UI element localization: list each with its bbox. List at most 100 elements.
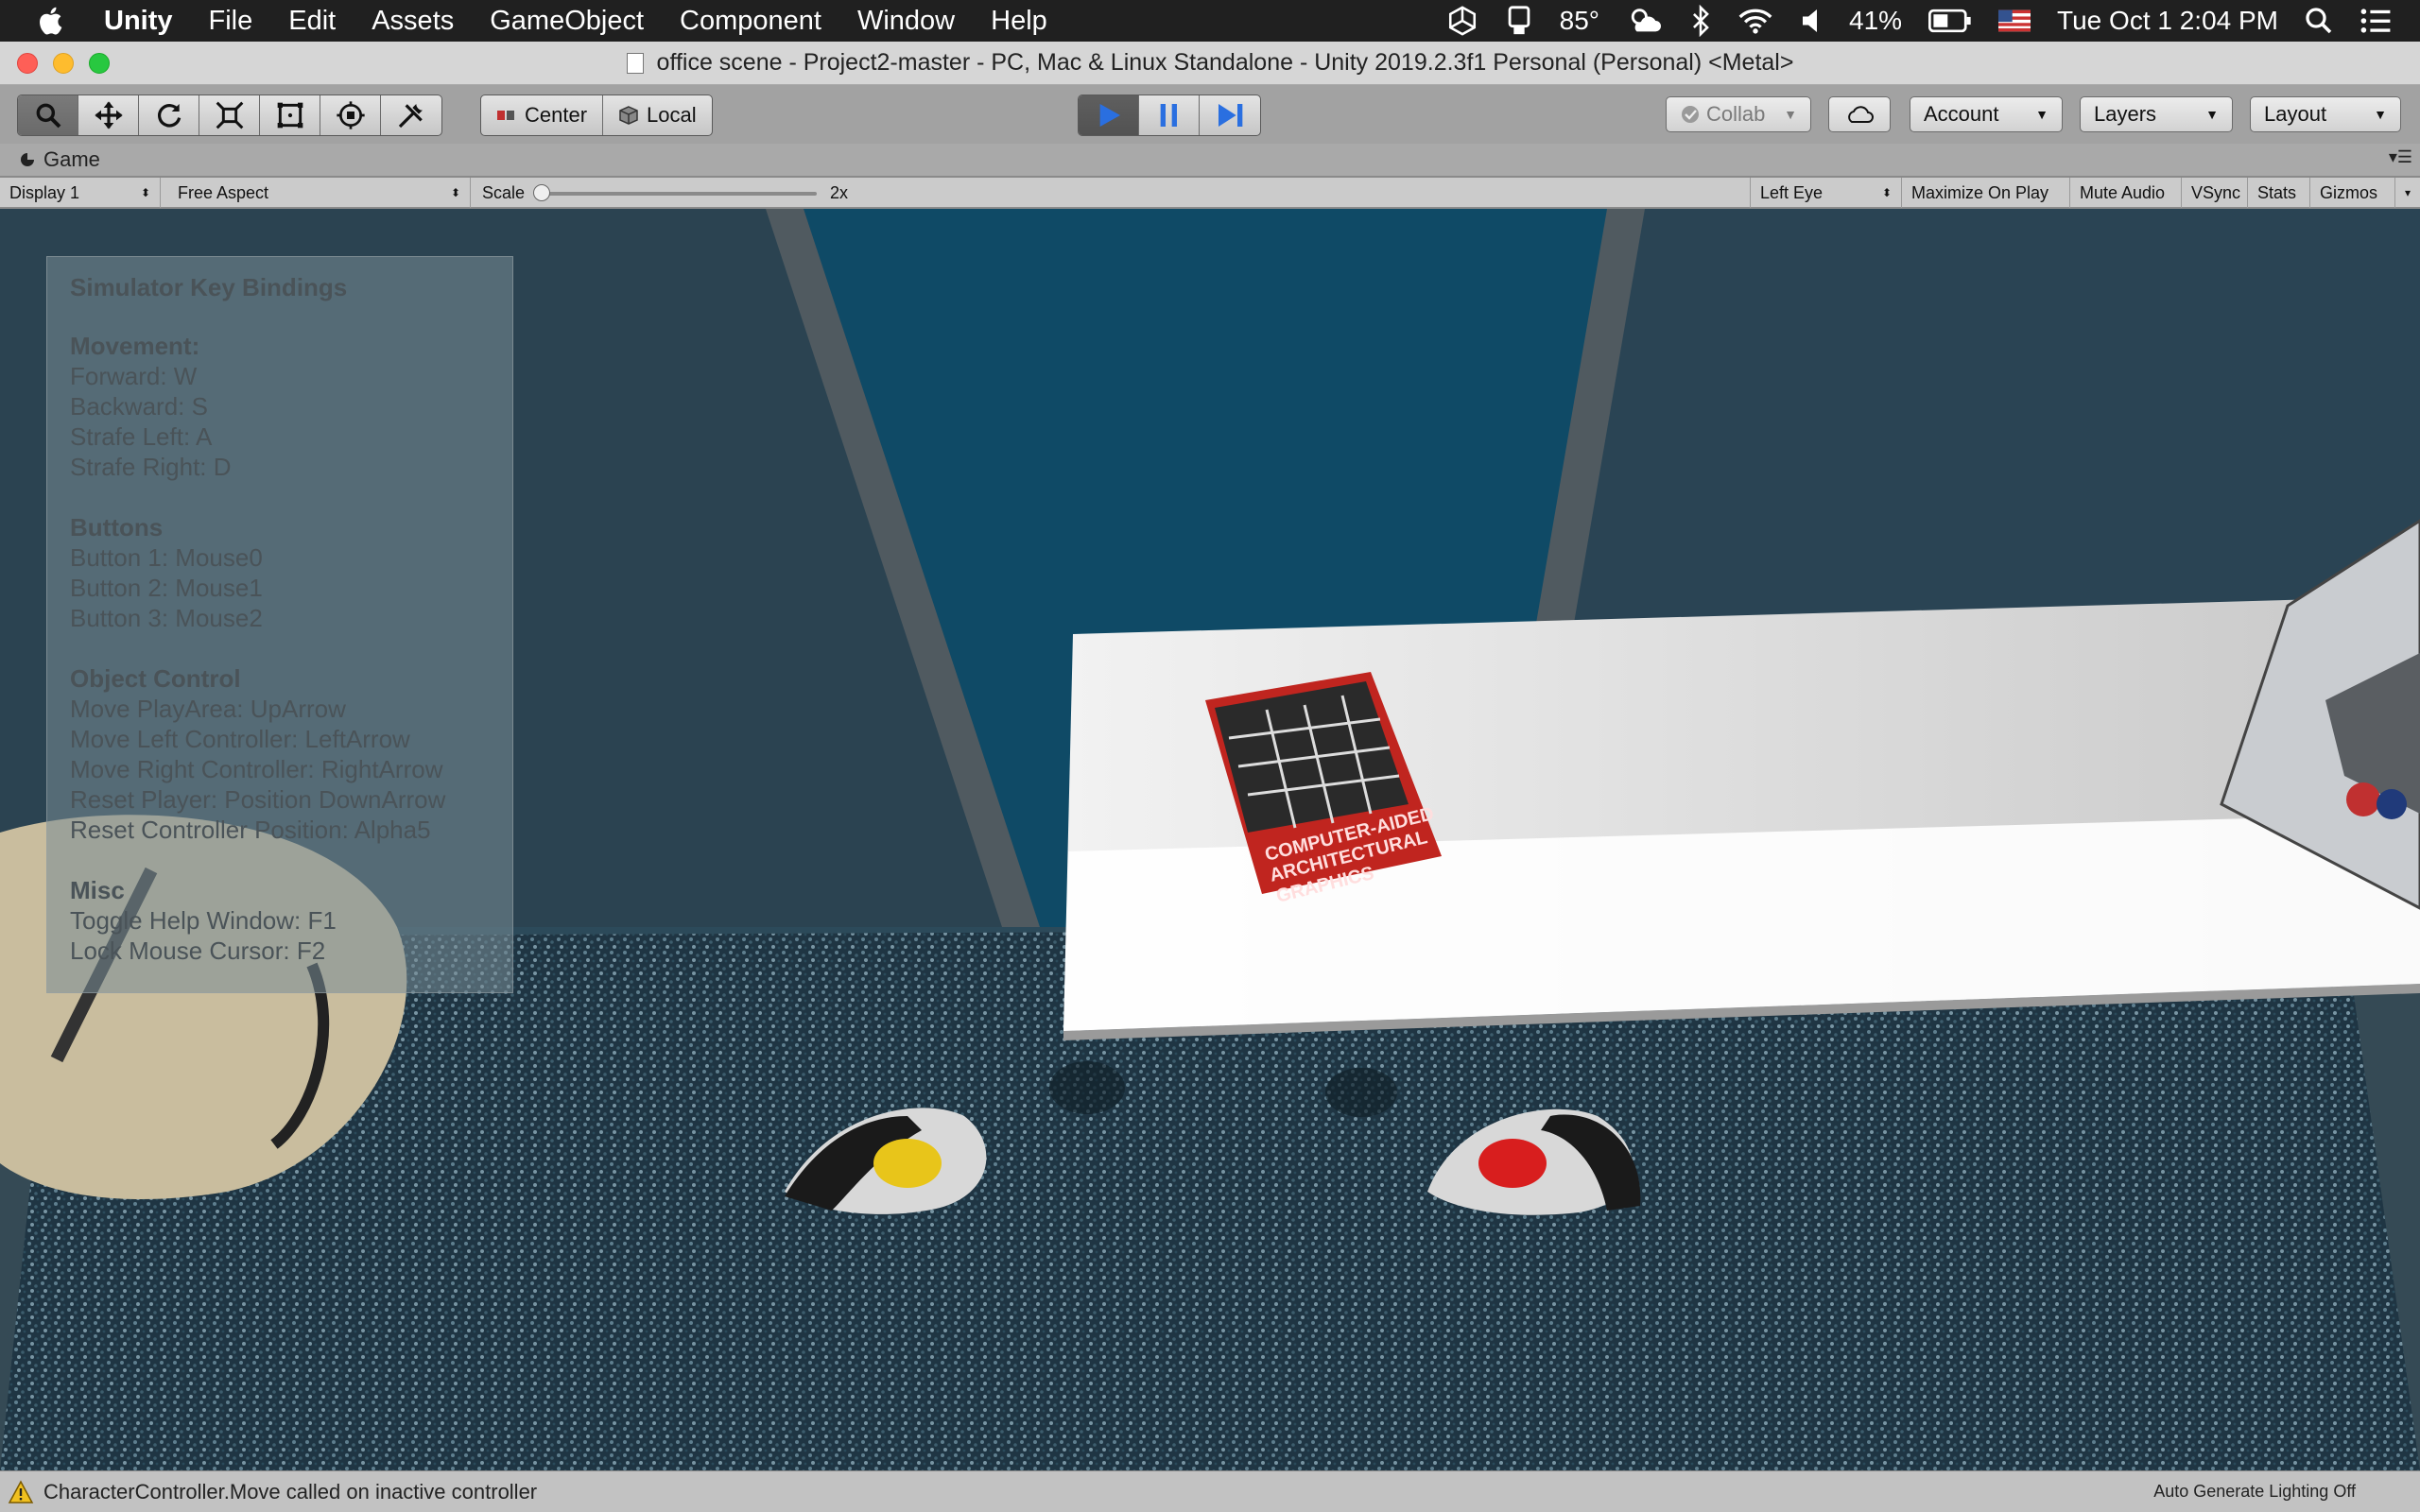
help-section-object-control: Object Control Move PlayArea: UpArrow Mo… (70, 663, 490, 845)
move-tool-button[interactable] (78, 95, 139, 135)
help-section-movement: Movement: Forward: W Backward: S Strafe … (70, 331, 490, 482)
eye-label: Left Eye (1760, 182, 1824, 202)
transform-tool-icon (336, 101, 365, 129)
help-line: Button 2: Mouse1 (70, 574, 263, 602)
help-section-misc: Misc Toggle Help Window: F1 Lock Mouse C… (70, 875, 490, 966)
menu-file[interactable]: File (209, 6, 253, 37)
apple-icon[interactable] (36, 5, 68, 37)
pivot-center-toggle[interactable]: Center (481, 95, 604, 135)
collab-dropdown[interactable]: Collab ▼ (1666, 96, 1811, 132)
window-title: office scene - Project2-master - PC, Mac… (656, 49, 1794, 76)
account-dropdown[interactable]: Account ▼ (1910, 96, 2063, 132)
wifi-icon[interactable] (1737, 7, 1773, 35)
notification-center-icon[interactable] (2360, 8, 2392, 34)
maximize-on-play-toggle[interactable]: Maximize On Play (1902, 178, 2070, 208)
help-line: Reset Controller Position: Alpha5 (70, 816, 431, 844)
collab-label: Collab (1706, 102, 1766, 126)
unity-icon[interactable] (1446, 5, 1478, 37)
help-heading-movement: Movement: (70, 332, 200, 360)
scale-tool-button[interactable] (199, 95, 260, 135)
menu-app-name[interactable]: Unity (104, 6, 173, 37)
volume-icon[interactable] (1800, 7, 1823, 35)
game-tab[interactable]: Game (19, 147, 100, 172)
mute-label: Mute Audio (2080, 182, 2166, 202)
cloud-button[interactable] (1828, 96, 1891, 132)
spotlight-search-icon[interactable] (2305, 7, 2333, 35)
sidecar-icon[interactable] (1505, 5, 1533, 37)
window-titlebar: office scene - Project2-master - PC, Mac… (0, 42, 2420, 85)
weather-icon[interactable] (1626, 5, 1664, 37)
eye-dropdown[interactable]: Left Eye ⬍ (1751, 178, 1902, 208)
help-heading-buttons: Buttons (70, 513, 164, 541)
stats-toggle[interactable]: Stats (2248, 178, 2310, 208)
cloud-icon (1848, 106, 1874, 123)
left-controller-trigger (873, 1139, 942, 1188)
console-status-bar[interactable]: CharacterController.Move called on inact… (0, 1470, 2420, 1512)
menu-assets[interactable]: Assets (372, 6, 454, 37)
aspect-dropdown[interactable]: Free Aspect ⬍ (168, 178, 471, 208)
menu-help[interactable]: Help (991, 6, 1047, 37)
shadow-2 (1325, 1068, 1397, 1117)
bluetooth-icon[interactable] (1690, 5, 1711, 37)
local-cube-icon (619, 106, 638, 125)
battery-percent: 41% (1849, 6, 1903, 35)
hand-tool-button[interactable] (18, 95, 78, 135)
minimize-window-button[interactable] (53, 53, 74, 74)
layout-label: Layout (2264, 102, 2327, 126)
play-button[interactable] (1079, 95, 1139, 135)
play-icon (1099, 104, 1120, 127)
close-window-button[interactable] (17, 53, 38, 74)
macos-menubar: Unity File Edit Assets GameObject Compon… (0, 0, 2420, 42)
status-message: CharacterController.Move called on inact… (43, 1479, 538, 1503)
shadow-1 (1049, 1061, 1125, 1114)
layout-caret-icon: ▼ (2374, 107, 2387, 122)
pivot-center-icon (497, 111, 514, 120)
eye-caret-icon: ⬍ (1881, 186, 1892, 199)
help-line: Move Right Controller: RightArrow (70, 755, 443, 783)
clock-text[interactable]: Tue Oct 1 2:04 PM (2057, 6, 2278, 36)
menu-component[interactable]: Component (680, 6, 821, 37)
transform-tools (17, 94, 442, 136)
menu-edit[interactable]: Edit (288, 6, 336, 37)
layers-caret-icon: ▼ (2205, 107, 2219, 122)
pivot-local-toggle[interactable]: Local (603, 95, 712, 135)
help-heading-misc: Misc (70, 876, 125, 904)
help-line: Backward: S (70, 392, 208, 421)
display-caret-icon: ⬍ (140, 186, 150, 199)
zoom-window-button[interactable] (89, 53, 110, 74)
pause-button[interactable] (1139, 95, 1200, 135)
help-line: Forward: W (70, 362, 198, 390)
rotate-tool-button[interactable] (139, 95, 199, 135)
scale-label: Scale (482, 182, 526, 202)
gizmos-label: Gizmos (2320, 182, 2378, 202)
custom-tool-button[interactable] (381, 95, 441, 135)
scale-slider-knob[interactable] (533, 184, 550, 201)
stats-label: Stats (2257, 182, 2297, 202)
flag-icon[interactable] (1998, 9, 2031, 32)
menu-gameobject[interactable]: GameObject (490, 6, 644, 37)
gizmos-dropdown[interactable]: ▾ (2395, 178, 2420, 208)
display-dropdown[interactable]: Display 1 ⬍ (0, 178, 161, 208)
pivot-toggles: Center Local (480, 94, 713, 136)
rect-tool-button[interactable] (260, 95, 320, 135)
step-button[interactable] (1200, 95, 1260, 135)
scale-slider-track[interactable] (537, 192, 817, 196)
game-viewport[interactable]: COMPUTER-AIDED ARCHITECTURAL GRAPHICS Si… (0, 209, 2420, 1470)
help-line: Lock Mouse Cursor: F2 (70, 936, 326, 965)
menu-window[interactable]: Window (857, 6, 955, 37)
vsync-toggle[interactable]: VSync (2182, 178, 2248, 208)
maximize-label: Maximize On Play (1911, 182, 2049, 202)
help-line: Toggle Help Window: F1 (70, 906, 337, 935)
layout-dropdown[interactable]: Layout ▼ (2250, 96, 2401, 132)
mute-audio-toggle[interactable]: Mute Audio (2070, 178, 2182, 208)
battery-icon[interactable] (1928, 9, 1972, 33)
warning-icon (8, 1479, 34, 1503)
aspect-caret-icon: ⬍ (450, 186, 460, 199)
layers-dropdown[interactable]: Layers ▼ (2080, 96, 2233, 132)
transform-tool-button[interactable] (320, 95, 381, 135)
tab-menu-icon[interactable]: ▾☰ (2389, 147, 2412, 167)
menubar-status-area: 85° 41% Tue Oct 1 2:04 PM (1446, 0, 2392, 42)
game-view-controls: Display 1 ⬍ Free Aspect ⬍ Scale 2x Left … (0, 178, 2420, 208)
rotate-tool-icon (157, 104, 181, 128)
gizmos-toggle[interactable]: Gizmos (2310, 178, 2395, 208)
